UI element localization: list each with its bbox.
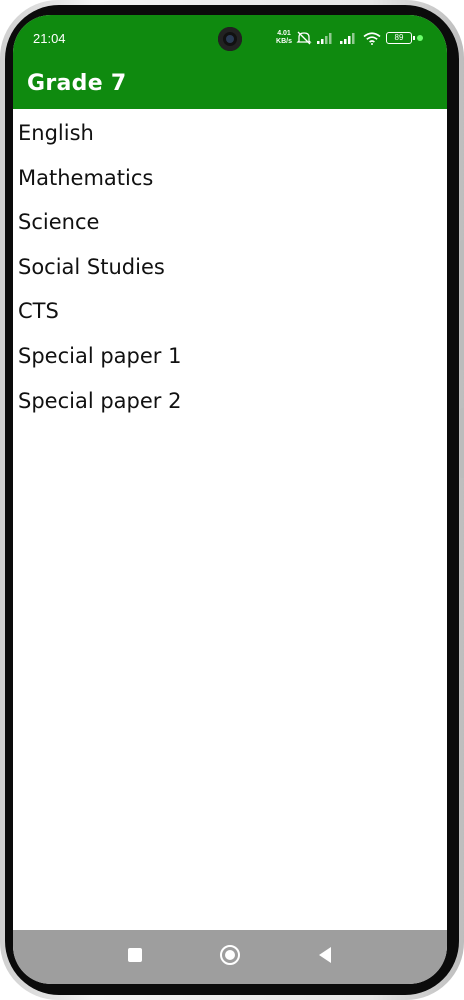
list-item-mathematics[interactable]: Mathematics <box>13 154 447 199</box>
recent-apps-button[interactable] <box>105 930 165 980</box>
home-icon <box>220 945 240 965</box>
network-speed: 4.01 KB/s <box>275 30 293 46</box>
status-icons: 89 <box>296 29 423 47</box>
app-bar: Grade 7 <box>13 59 447 109</box>
network-speed-value: 4.01 <box>277 30 291 37</box>
page-title: Grade 7 <box>27 71 127 96</box>
active-dot-icon <box>417 35 423 41</box>
mute-icon <box>296 31 312 45</box>
battery-icon: 89 <box>386 32 415 44</box>
volume-button <box>460 240 464 370</box>
status-bar: 21:04 4.01 KB/s 89 <box>13 15 447 59</box>
power-button <box>460 408 464 478</box>
list-item-social-studies[interactable]: Social Studies <box>13 243 447 288</box>
back-icon <box>319 947 331 963</box>
list-item-english[interactable]: English <box>13 109 447 154</box>
list-item-cts[interactable]: CTS <box>13 287 447 332</box>
screen: 21:04 4.01 KB/s 89 Grade 7 English Mathe… <box>13 15 447 984</box>
signal-icon-2 <box>340 33 355 44</box>
list-item-special-paper-2[interactable]: Special paper 2 <box>13 377 447 422</box>
phone-frame: 21:04 4.01 KB/s 89 Grade 7 English Mathe… <box>0 0 464 1000</box>
status-time: 21:04 <box>33 31 66 46</box>
home-button[interactable] <box>200 930 260 980</box>
wifi-icon <box>363 31 381 45</box>
list-item-science[interactable]: Science <box>13 198 447 243</box>
list-item-special-paper-1[interactable]: Special paper 1 <box>13 332 447 377</box>
subject-list: English Mathematics Science Social Studi… <box>13 109 447 421</box>
back-button[interactable] <box>295 930 355 980</box>
navigation-bar <box>13 930 447 984</box>
network-speed-unit: KB/s <box>276 38 292 45</box>
battery-level: 89 <box>394 33 404 42</box>
signal-icon-1 <box>317 33 332 44</box>
camera-icon <box>218 27 242 51</box>
recent-apps-icon <box>128 948 142 962</box>
